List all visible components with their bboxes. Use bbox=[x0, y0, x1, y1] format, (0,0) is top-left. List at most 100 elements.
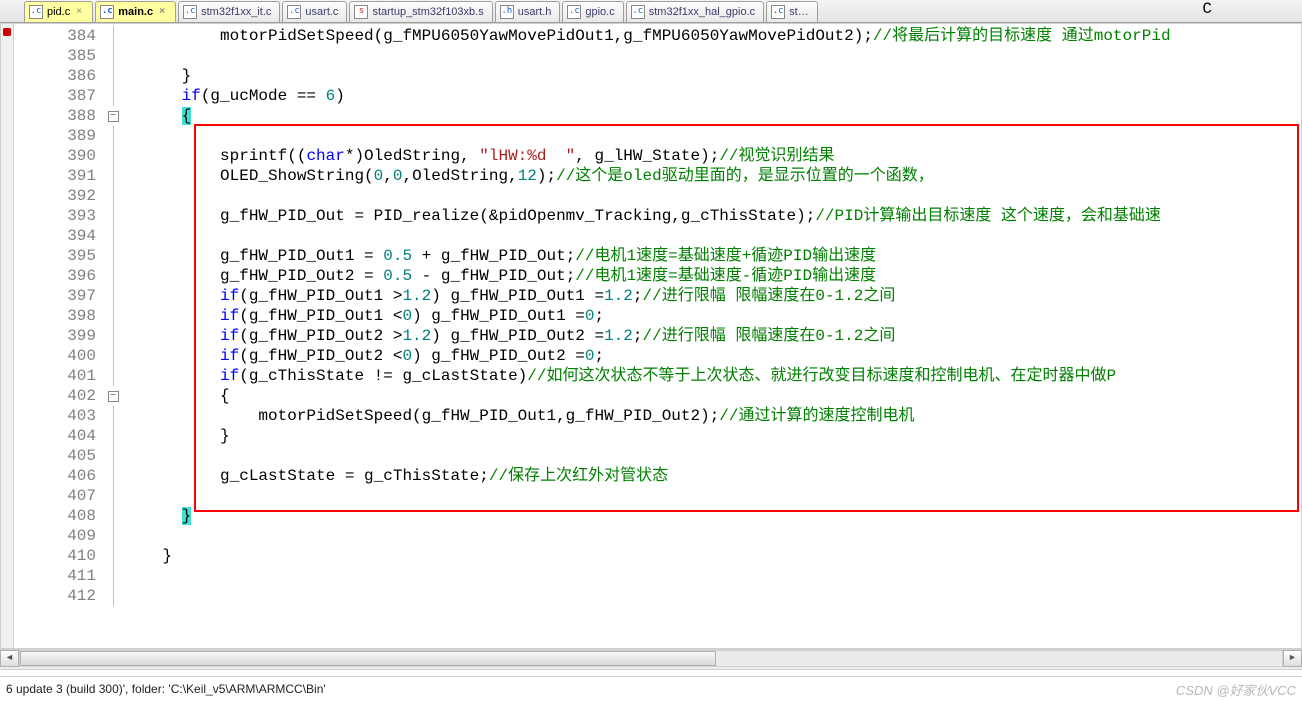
code-row[interactable]: } bbox=[124, 546, 1301, 566]
fold-guide bbox=[113, 226, 114, 246]
tab-st-[interactable]: .cst… bbox=[766, 1, 818, 22]
line-number: 394 bbox=[14, 226, 106, 246]
fold-cell[interactable] bbox=[106, 186, 120, 206]
fold-cell[interactable] bbox=[106, 526, 120, 546]
code-lines[interactable]: motorPidSetSpeed(g_fMPU6050YawMovePidOut… bbox=[124, 26, 1301, 606]
code-row[interactable]: } bbox=[124, 66, 1301, 86]
hscrollbar[interactable]: ◄ ► bbox=[0, 649, 1302, 667]
code-row[interactable] bbox=[124, 126, 1301, 146]
fold-cell[interactable] bbox=[106, 86, 120, 106]
fold-cell[interactable] bbox=[106, 126, 120, 146]
hscroll-track[interactable] bbox=[19, 650, 1283, 667]
code-row[interactable] bbox=[124, 586, 1301, 606]
fold-cell[interactable] bbox=[106, 466, 120, 486]
code-row[interactable]: if(g_cThisState != g_cLastState)//如何这次状态… bbox=[124, 366, 1301, 386]
fold-cell[interactable] bbox=[106, 46, 120, 66]
code-row[interactable] bbox=[124, 486, 1301, 506]
tabbar: .cpid.c×.cmain.c×.cstm32f1xx_it.c.cusart… bbox=[0, 0, 1302, 23]
code-row[interactable]: { bbox=[124, 386, 1301, 406]
tab-gpio-c[interactable]: .cgpio.c bbox=[562, 1, 623, 22]
fold-cell[interactable] bbox=[106, 506, 120, 526]
breakpoint-marker-icon[interactable] bbox=[3, 28, 11, 36]
fold-cell[interactable] bbox=[106, 306, 120, 326]
fold-cell[interactable] bbox=[106, 246, 120, 266]
fold-cell[interactable] bbox=[106, 346, 120, 366]
code-row[interactable] bbox=[124, 446, 1301, 466]
watermark: CSDN @好家伙VCC bbox=[1176, 680, 1296, 699]
fold-cell[interactable] bbox=[106, 566, 120, 586]
tab-label: st… bbox=[789, 6, 809, 18]
fold-guide bbox=[113, 126, 114, 146]
fold-column[interactable]: −− bbox=[106, 24, 120, 606]
code-row[interactable]: g_fHW_PID_Out = PID_realize(&pidOpenmv_T… bbox=[124, 206, 1301, 226]
fold-cell[interactable] bbox=[106, 486, 120, 506]
code-row[interactable]: OLED_ShowString(0,0,OledString,12);//这个是… bbox=[124, 166, 1301, 186]
code-row[interactable]: if(g_fHW_PID_Out2 >1.2) g_fHW_PID_Out2 =… bbox=[124, 326, 1301, 346]
fold-cell[interactable] bbox=[106, 406, 120, 426]
fold-guide bbox=[113, 206, 114, 226]
code-row[interactable]: motorPidSetSpeed(g_fHW_PID_Out1,g_fHW_PI… bbox=[124, 406, 1301, 426]
code-row[interactable]: if(g_fHW_PID_Out1 >1.2) g_fHW_PID_Out1 =… bbox=[124, 286, 1301, 306]
fold-guide bbox=[113, 286, 114, 306]
code-row[interactable]: g_cLastState = g_cThisState;//保存上次红外对管状态 bbox=[124, 466, 1301, 486]
fold-minus-icon[interactable]: − bbox=[108, 391, 119, 402]
fold-guide bbox=[113, 306, 114, 326]
code-row[interactable]: if(g_fHW_PID_Out2 <0) g_fHW_PID_Out2 =0; bbox=[124, 346, 1301, 366]
fold-cell[interactable] bbox=[106, 66, 120, 86]
fold-minus-icon[interactable]: − bbox=[108, 111, 119, 122]
tab-close-icon[interactable]: × bbox=[76, 8, 84, 16]
hscroll-right-button[interactable]: ► bbox=[1283, 650, 1302, 667]
fold-guide bbox=[113, 86, 114, 106]
code-row[interactable]: { bbox=[124, 106, 1301, 126]
hscroll-left-button[interactable]: ◄ bbox=[0, 650, 19, 667]
code-row[interactable] bbox=[124, 46, 1301, 66]
fold-cell[interactable] bbox=[106, 426, 120, 446]
fold-guide bbox=[113, 66, 114, 86]
code-row[interactable]: sprintf((char*)OledString, "lHW:%d ", g_… bbox=[124, 146, 1301, 166]
output-panel-stub bbox=[0, 669, 1302, 676]
fold-cell[interactable] bbox=[106, 326, 120, 346]
fold-cell[interactable]: − bbox=[106, 106, 120, 126]
fold-guide bbox=[113, 246, 114, 266]
fold-cell[interactable] bbox=[106, 286, 120, 306]
tab-pid-c[interactable]: .cpid.c× bbox=[24, 1, 93, 22]
tab-label: startup_stm32f103xb.s bbox=[372, 6, 483, 18]
code-row[interactable] bbox=[124, 526, 1301, 546]
fold-cell[interactable] bbox=[106, 586, 120, 606]
fold-cell[interactable] bbox=[106, 446, 120, 466]
fold-cell[interactable] bbox=[106, 166, 120, 186]
fold-guide bbox=[113, 526, 114, 546]
code-row[interactable] bbox=[124, 186, 1301, 206]
fold-cell[interactable] bbox=[106, 226, 120, 246]
tab-usart-c[interactable]: .cusart.c bbox=[282, 1, 347, 22]
code-row[interactable]: if(g_fHW_PID_Out1 <0) g_fHW_PID_Out1 =0; bbox=[124, 306, 1301, 326]
fold-cell[interactable] bbox=[106, 546, 120, 566]
tab-stm32f1xx-it-c[interactable]: .cstm32f1xx_it.c bbox=[178, 1, 280, 22]
fold-cell[interactable] bbox=[106, 366, 120, 386]
code-row[interactable]: } bbox=[124, 506, 1301, 526]
fold-cell[interactable] bbox=[106, 26, 120, 46]
fold-cell[interactable] bbox=[106, 266, 120, 286]
fold-guide bbox=[113, 186, 114, 206]
code-row[interactable]: motorPidSetSpeed(g_fMPU6050YawMovePidOut… bbox=[124, 26, 1301, 46]
tab-main-c[interactable]: .cmain.c× bbox=[95, 1, 176, 22]
fold-cell[interactable] bbox=[106, 146, 120, 166]
fold-cell[interactable] bbox=[106, 206, 120, 226]
tab-startup-stm32f103xb-s[interactable]: sstartup_stm32f103xb.s bbox=[349, 1, 492, 22]
code-row[interactable]: g_fHW_PID_Out1 = 0.5 + g_fHW_PID_Out;//电… bbox=[124, 246, 1301, 266]
tab-stm32f1xx-hal-gpio-c[interactable]: .cstm32f1xx_hal_gpio.c bbox=[626, 1, 764, 22]
code-row[interactable]: } bbox=[124, 426, 1301, 446]
tab-close-icon[interactable]: × bbox=[159, 8, 167, 16]
hscroll-thumb[interactable] bbox=[20, 651, 716, 666]
line-number: 402 bbox=[14, 386, 106, 406]
code-row[interactable]: g_fHW_PID_Out2 = 0.5 - g_fHW_PID_Out;//电… bbox=[124, 266, 1301, 286]
tab-usart-h[interactable]: .husart.h bbox=[495, 1, 561, 22]
fold-cell[interactable]: − bbox=[106, 386, 120, 406]
code-row[interactable]: if(g_ucMode == 6) bbox=[124, 86, 1301, 106]
c-file-icon: .c bbox=[100, 5, 114, 19]
code-row[interactable] bbox=[124, 226, 1301, 246]
line-number-gutter: 3843853863873883893903913923933943953963… bbox=[14, 24, 106, 606]
fold-guide bbox=[113, 326, 114, 346]
code-row[interactable] bbox=[124, 566, 1301, 586]
code-viewport[interactable]: 3843853863873883893903913923933943953963… bbox=[14, 24, 1301, 648]
